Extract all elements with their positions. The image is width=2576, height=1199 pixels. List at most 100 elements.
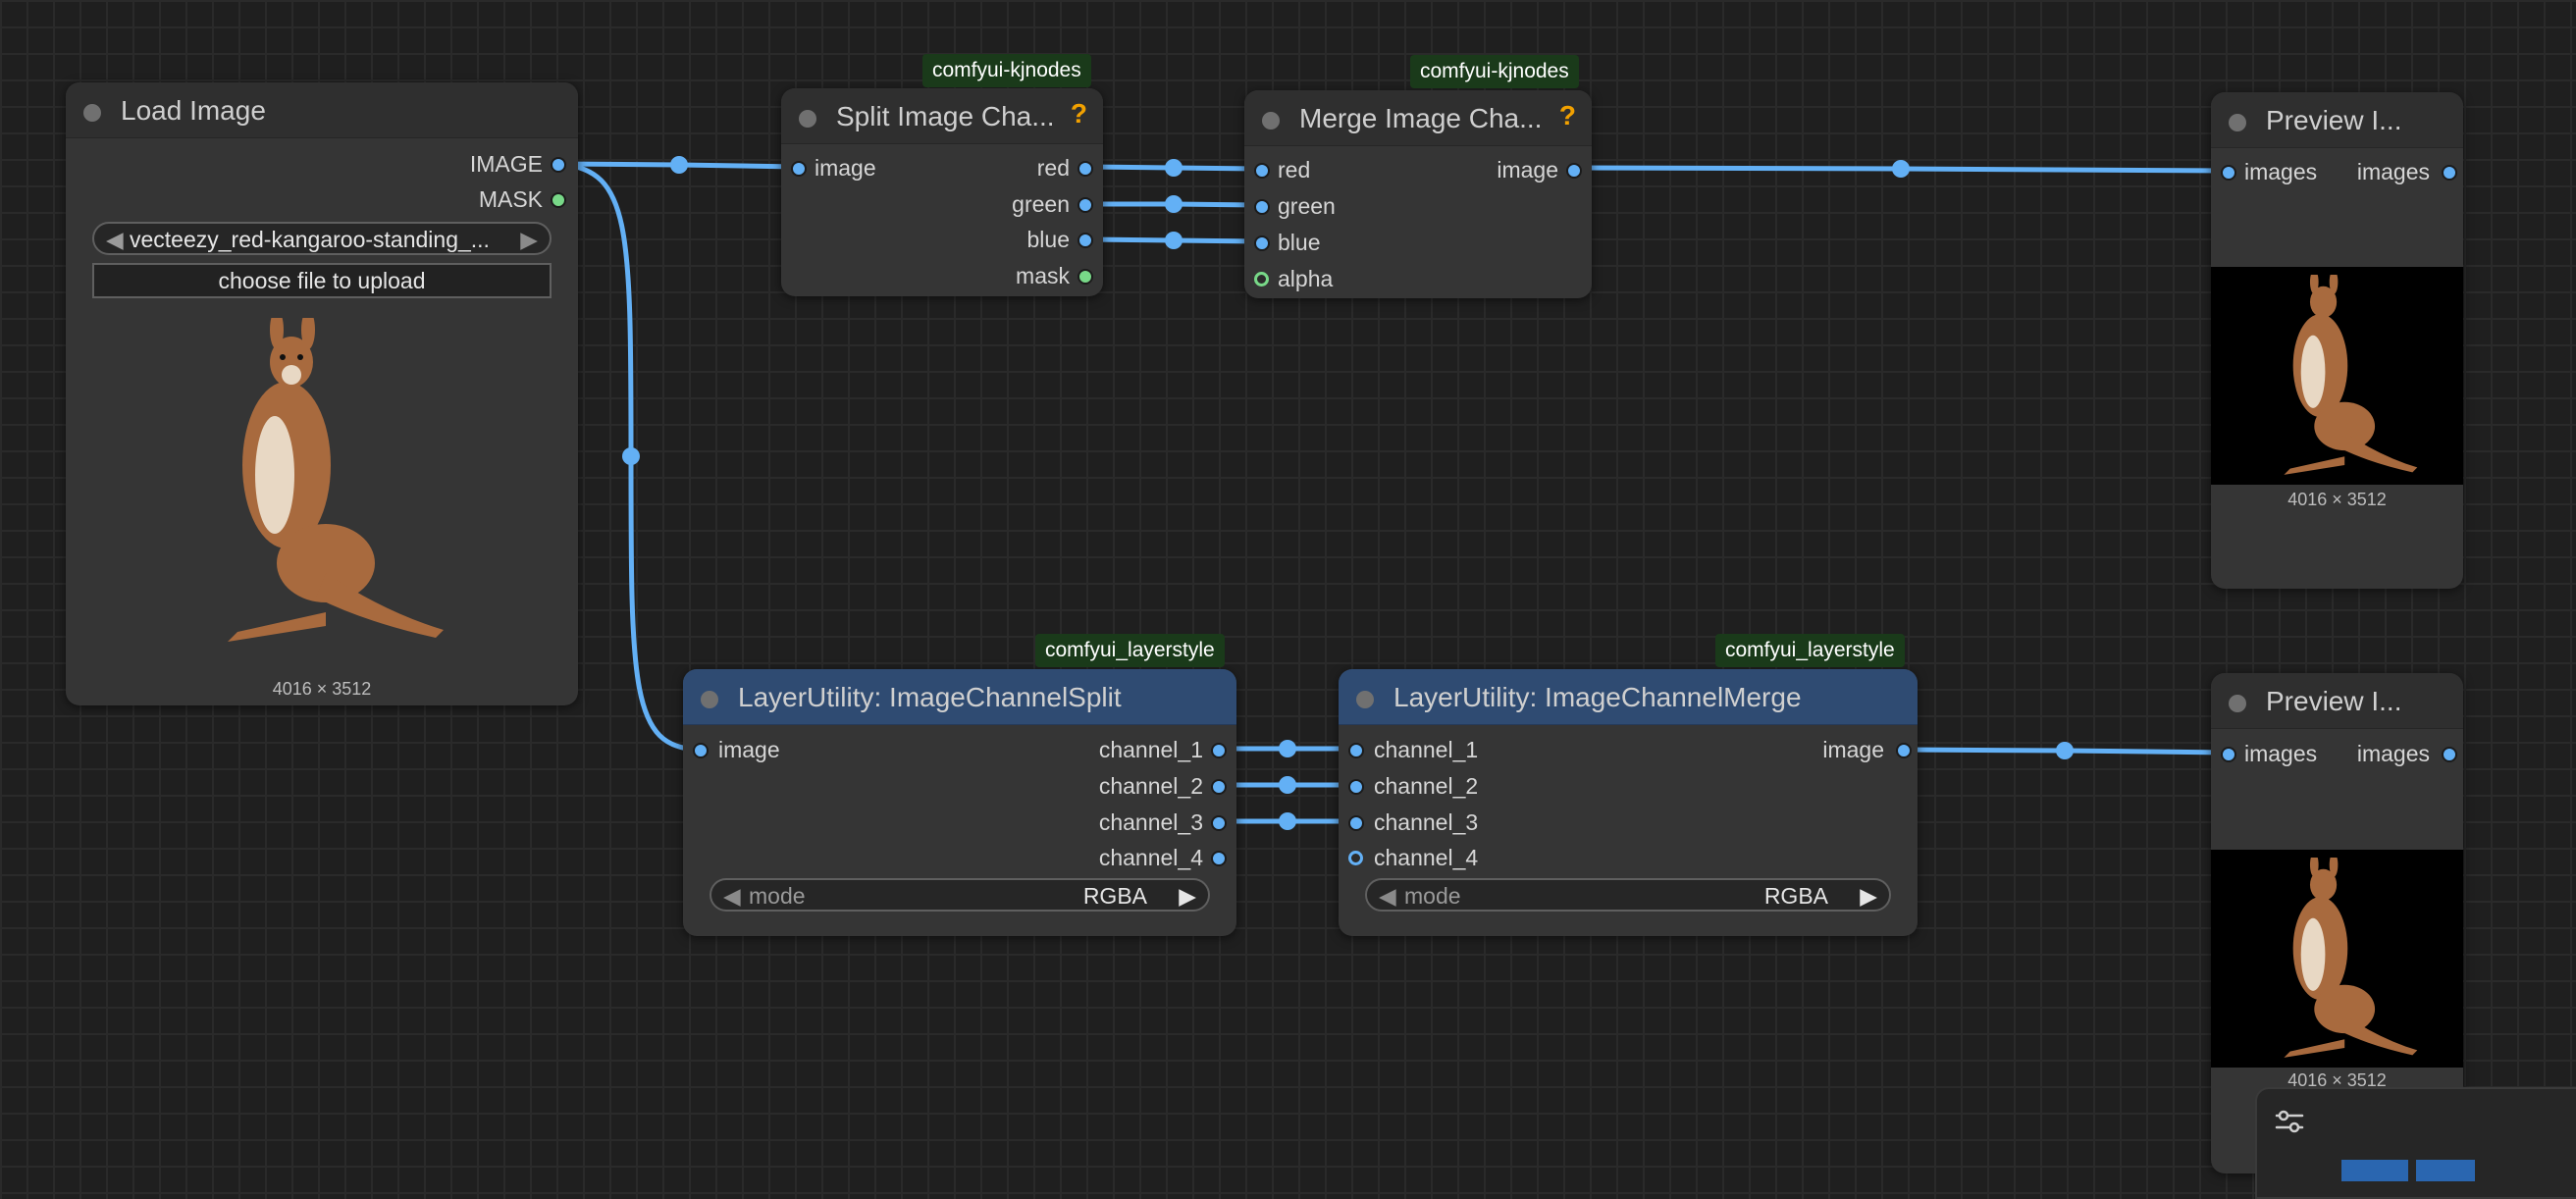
mode-label: mode xyxy=(1404,883,1461,909)
wire-merge-to-preview1[interactable] xyxy=(1571,165,2231,174)
minimap-panel[interactable] xyxy=(2255,1087,2576,1199)
output-port-images[interactable] xyxy=(2442,165,2457,181)
input-port-channel-1[interactable] xyxy=(1348,743,1364,758)
output-port-image[interactable] xyxy=(1566,163,1582,179)
wire-midpoint[interactable] xyxy=(1279,740,1296,757)
input-port-blue[interactable] xyxy=(1254,235,1270,251)
output-port-channel-4[interactable] xyxy=(1211,851,1227,866)
input-port-images[interactable] xyxy=(2221,747,2236,762)
output-label-images: images xyxy=(2356,741,2430,766)
output-port-blue[interactable] xyxy=(1078,233,1093,248)
collapse-dot-icon[interactable] xyxy=(1356,691,1374,708)
output-label-image: image xyxy=(1822,737,1884,762)
collapse-dot-icon[interactable] xyxy=(2229,695,2246,712)
collapse-dot-icon[interactable] xyxy=(799,110,816,128)
wire-green[interactable] xyxy=(1084,201,1263,208)
node-header[interactable]: Merge Image Cha... ? xyxy=(1244,90,1592,146)
output-port-channel-1[interactable] xyxy=(1211,743,1227,758)
split-image-channels-node[interactable]: Split Image Cha... ? image red green blu… xyxy=(781,88,1103,296)
wire-image-to-layersplit[interactable] xyxy=(558,161,702,753)
input-port-alpha[interactable] xyxy=(1254,272,1269,287)
arrow-right-icon[interactable]: ▶ xyxy=(1179,883,1196,910)
wire-midpoint[interactable] xyxy=(1279,812,1296,830)
arrow-left-icon[interactable]: ◀ xyxy=(723,883,741,910)
output-port-image[interactable] xyxy=(551,157,566,173)
wire-midpoint[interactable] xyxy=(1165,232,1183,249)
node-header[interactable]: Split Image Cha... ? xyxy=(781,88,1103,144)
node-header[interactable]: LayerUtility: ImageChannelSplit xyxy=(683,669,1236,725)
node-title: Merge Image Cha... xyxy=(1299,103,1543,133)
node-title: LayerUtility: ImageChannelSplit xyxy=(738,682,1122,712)
input-port-green[interactable] xyxy=(1254,199,1270,215)
node-header[interactable]: Preview I... xyxy=(2211,673,2463,729)
node-header[interactable]: Load Image xyxy=(66,82,578,138)
collapse-dot-icon[interactable] xyxy=(83,104,101,122)
wire-midpoint[interactable] xyxy=(1892,160,1910,178)
arrow-left-icon[interactable]: ◀ xyxy=(1379,883,1396,910)
output-port-mask[interactable] xyxy=(1078,269,1093,285)
output-port-image[interactable] xyxy=(1896,743,1912,758)
output-port-channel-3[interactable] xyxy=(1211,815,1227,831)
wire-layermerge-to-preview2[interactable] xyxy=(1899,747,2231,756)
output-port-images[interactable] xyxy=(2442,747,2457,762)
output-port-channel-2[interactable] xyxy=(1211,779,1227,795)
output-port-mask[interactable] xyxy=(551,192,566,208)
collapse-dot-icon[interactable] xyxy=(701,691,718,708)
input-port-channel-2[interactable] xyxy=(1348,779,1364,795)
help-icon[interactable]: ? xyxy=(1071,98,1087,130)
input-label-channel-1: channel_1 xyxy=(1374,737,1479,762)
arrow-right-icon[interactable]: ▶ xyxy=(520,227,538,253)
output-label-mask: MASK xyxy=(478,186,543,212)
node-source-badge: comfyui_layerstyle xyxy=(1035,634,1225,667)
input-port-image[interactable] xyxy=(693,743,709,758)
output-label-channel-3: channel_3 xyxy=(1098,809,1203,835)
collapse-dot-icon[interactable] xyxy=(2229,114,2246,131)
mode-select[interactable]: ◀ mode RGBA ▶ xyxy=(710,878,1210,912)
input-port-images[interactable] xyxy=(2221,165,2236,181)
input-label-images: images xyxy=(2244,159,2318,184)
image-file-select[interactable]: ◀ vecteezy_red-kangaroo-standing_... ▶ xyxy=(92,222,552,255)
arrow-left-icon[interactable]: ◀ xyxy=(106,227,124,253)
mode-select[interactable]: ◀ mode RGBA ▶ xyxy=(1365,878,1891,912)
output-port-green[interactable] xyxy=(1078,197,1093,213)
load-image-node[interactable]: Load Image IMAGE MASK ◀ vecteezy_red-kan… xyxy=(66,82,578,705)
input-label-image: image xyxy=(718,737,780,762)
merge-image-channels-node[interactable]: Merge Image Cha... ? red green blue alph… xyxy=(1244,90,1592,298)
input-label-image: image xyxy=(815,155,876,181)
input-port-channel-4[interactable] xyxy=(1348,851,1363,865)
node-header[interactable]: Preview I... xyxy=(2211,92,2463,148)
output-label-images: images xyxy=(2356,159,2430,184)
input-port-channel-3[interactable] xyxy=(1348,815,1364,831)
wire-midpoint[interactable] xyxy=(1279,776,1296,794)
image-dimensions: 4016 × 3512 xyxy=(2287,490,2387,509)
wire-midpoint[interactable] xyxy=(1165,195,1183,213)
collapse-dot-icon[interactable] xyxy=(1262,112,1280,130)
sliders-icon[interactable] xyxy=(2273,1105,2306,1138)
wire-image-to-split[interactable] xyxy=(558,161,800,170)
output-port-red[interactable] xyxy=(1078,161,1093,177)
wire-blue[interactable] xyxy=(1084,236,1263,244)
help-icon[interactable]: ? xyxy=(1559,100,1576,131)
wire-midpoint[interactable] xyxy=(1165,159,1183,177)
node-source-badge: comfyui_layerstyle xyxy=(1715,634,1905,667)
input-port-red[interactable] xyxy=(1254,163,1270,179)
layer-channel-split-node[interactable]: LayerUtility: ImageChannelSplit image ch… xyxy=(683,669,1236,936)
node-title: Preview I... xyxy=(2266,686,2402,716)
input-label-channel-4: channel_4 xyxy=(1374,845,1479,870)
wire-midpoint[interactable] xyxy=(670,156,688,174)
kangaroo-image xyxy=(2284,275,2418,475)
input-port-image[interactable] xyxy=(791,161,807,177)
preview-image-node[interactable]: Preview I... images images 4016 × 3512 xyxy=(2211,92,2463,589)
wire-midpoint[interactable] xyxy=(2056,742,2074,759)
upload-button[interactable]: choose file to upload xyxy=(92,263,552,298)
arrow-right-icon[interactable]: ▶ xyxy=(1860,883,1877,910)
kangaroo-image xyxy=(2284,858,2418,1058)
wire-midpoint[interactable] xyxy=(622,447,640,465)
wire-red[interactable] xyxy=(1084,164,1263,172)
node-title: Load Image xyxy=(121,95,266,126)
preview-image xyxy=(2211,850,2463,1068)
node-header[interactable]: LayerUtility: ImageChannelMerge xyxy=(1339,669,1918,725)
layer-channel-merge-node[interactable]: LayerUtility: ImageChannelMerge channel_… xyxy=(1339,669,1918,936)
node-title: Split Image Cha... xyxy=(836,101,1055,131)
kangaroo-image xyxy=(228,318,444,642)
